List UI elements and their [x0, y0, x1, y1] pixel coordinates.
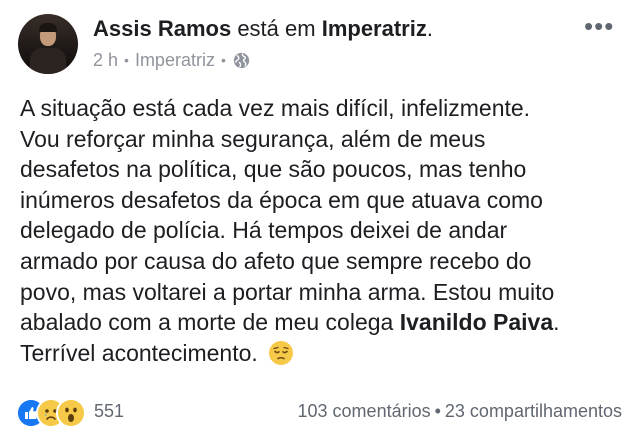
post-text-line: A situação está cada vez mais difícil, i… — [20, 95, 531, 121]
post-text-line: Vou reforçar minha segurança, além de me… — [20, 125, 486, 152]
meta-dot: • — [124, 52, 129, 68]
post-text-segment: abalado com a morte de meu colega — [20, 309, 400, 336]
post-text-segment: Terrível acontecimento. — [20, 339, 258, 366]
checkin-place[interactable]: Imperatriz — [322, 16, 427, 41]
post-text-line: Terrível acontecimento. — [20, 338, 632, 369]
post-header: Assis Ramos está em Imperatriz. — [93, 15, 433, 43]
globe-icon[interactable] — [233, 52, 250, 69]
header-connector: está em — [237, 16, 316, 41]
post-meta: 2 h • Imperatriz • — [93, 49, 250, 71]
post-location[interactable]: Imperatriz — [135, 49, 215, 71]
author-avatar[interactable] — [18, 14, 78, 74]
avatar-body — [30, 48, 66, 74]
comments-count[interactable]: 103 comentários — [298, 401, 431, 421]
stats-separator: • — [434, 401, 441, 421]
post-text-line: abalado com a morte de meu colega Ivanil… — [20, 307, 632, 338]
avatar-hair — [39, 23, 57, 32]
facebook-post: Assis Ramos está em Imperatriz. 2 h • Im… — [0, 0, 640, 440]
author-name[interactable]: Assis Ramos — [93, 16, 231, 41]
post-text-line: inúmeros desafetos da época em que atuav… — [20, 186, 543, 213]
post-text-line: povo, mas voltarei a portar minha arma. … — [20, 278, 555, 305]
post-text-line: delegado de polícia. Há tempos deixei de… — [20, 217, 508, 244]
header-period: . — [426, 16, 433, 41]
shares-count[interactable]: 23 compartilhamentos — [445, 401, 622, 421]
meta-dot: • — [220, 52, 226, 68]
pensive-face-emoji — [269, 340, 294, 365]
post-footer: 551 103 comentários • 23 compartilhamentos — [0, 398, 640, 428]
post-time[interactable]: 2 h — [93, 49, 118, 71]
mention-link[interactable]: Ivanildo Paiva — [400, 309, 553, 335]
post-text-segment: . — [553, 309, 560, 336]
post-text-line: desafetos na política, que são poucos, m… — [20, 156, 527, 183]
engagement-stats: 103 comentários • 23 compartilhamentos — [298, 401, 622, 422]
post-text-line: armado por causa do afeto que sempre rec… — [20, 247, 532, 274]
post-text: A situação está cada vez mais difícil, i… — [20, 93, 632, 368]
wow-reaction-icon — [58, 400, 84, 426]
reaction-count[interactable]: 551 — [94, 401, 124, 422]
more-options-icon[interactable]: ••• — [584, 13, 614, 39]
